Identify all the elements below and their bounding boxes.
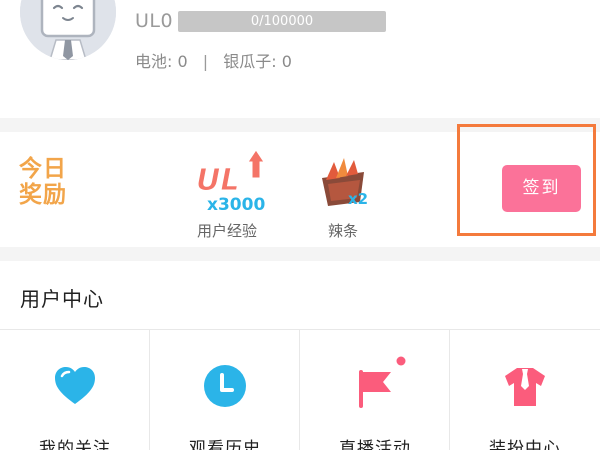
sign-in-button[interactable]: 签到 bbox=[502, 165, 581, 212]
experience-badge-icon: UL x3000 bbox=[182, 140, 272, 220]
flag-icon bbox=[359, 370, 391, 408]
tv-mascot-icon bbox=[20, 0, 116, 60]
heart-icon bbox=[55, 367, 95, 404]
notification-dot-icon bbox=[396, 356, 406, 366]
grid-item-label: 直播活动 bbox=[339, 439, 411, 450]
grid-item-live-events[interactable]: 直播活动 bbox=[300, 330, 450, 450]
user-level: UL0 bbox=[135, 10, 174, 32]
user-center-grid: 我的关注 观看历史 直播活动 装扮中心 bbox=[0, 330, 600, 450]
experience-badge-text: UL bbox=[196, 163, 239, 198]
reward-item-label: 用户经验 bbox=[196, 222, 257, 240]
battery-label: 电池 bbox=[135, 52, 168, 71]
reward-item-experience: UL x3000 用户经验 bbox=[182, 140, 272, 240]
currency-divider: | bbox=[202, 52, 209, 71]
silver-label: 银瓜子 bbox=[223, 52, 272, 71]
reward-item-spicy-strip: x2 辣条 bbox=[298, 140, 388, 240]
currency-row: 电池: 0 | 银瓜子: 0 bbox=[135, 48, 292, 72]
shirt-icon bbox=[505, 368, 545, 406]
spicy-strip-multiplier: x2 bbox=[348, 190, 368, 208]
grid-item-label: 观看历史 bbox=[189, 439, 261, 450]
grid-item-label: 装扮中心 bbox=[489, 439, 561, 450]
reward-item-label: 辣条 bbox=[327, 222, 358, 240]
daily-reward-section: 今日奖励 UL x3000 用户经验 x2 辣条 签到 bbox=[0, 132, 600, 247]
clock-icon bbox=[204, 365, 246, 407]
experience-text: 0/100000 bbox=[250, 14, 314, 29]
grid-item-label: 我的关注 bbox=[39, 439, 111, 450]
user-center-section: 用户中心 我的关注 观看历史 直播活动 装扮中心 bbox=[0, 261, 600, 450]
grid-item-history[interactable]: 观看历史 bbox=[150, 330, 300, 450]
experience-bar: 0/100000 bbox=[178, 11, 386, 32]
experience-multiplier: x3000 bbox=[207, 195, 265, 215]
battery-colon: : bbox=[167, 52, 173, 71]
grid-item-following[interactable]: 我的关注 bbox=[0, 330, 150, 450]
battery-value: 0 bbox=[177, 52, 188, 71]
avatar[interactable] bbox=[20, 0, 116, 60]
silver-colon: : bbox=[271, 52, 277, 71]
spicy-strip-icon: x2 bbox=[298, 140, 388, 220]
profile-section: UL0 0/100000 电池: 0 | 银瓜子: 0 bbox=[0, 0, 600, 118]
grid-item-decoration[interactable]: 装扮中心 bbox=[450, 330, 600, 450]
silver-value: 0 bbox=[281, 52, 292, 71]
user-center-title: 用户中心 bbox=[20, 287, 104, 311]
daily-reward-title: 今日奖励 bbox=[19, 156, 67, 208]
